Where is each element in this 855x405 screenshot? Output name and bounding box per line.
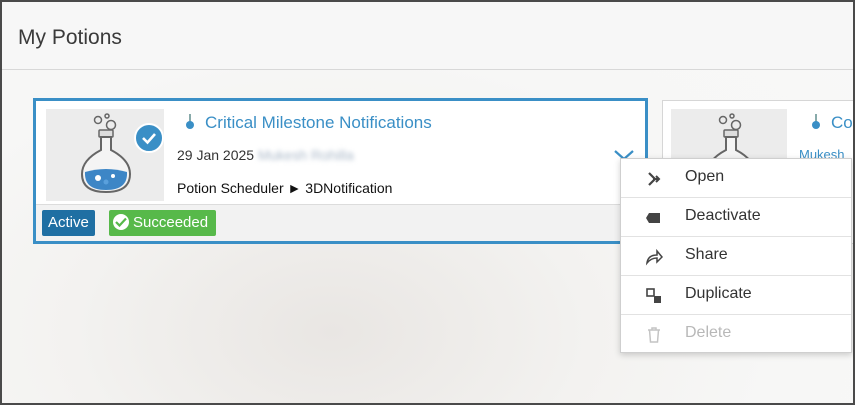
status-badge-active: Active bbox=[42, 210, 95, 236]
potion-title-link[interactable]: Critical Milestone Notifications bbox=[183, 113, 432, 133]
potion-owner: Mukesh Rohilla bbox=[258, 147, 354, 163]
potion-drop-icon bbox=[812, 114, 820, 129]
potion-path: Potion Scheduler ► 3DNotification bbox=[177, 180, 392, 196]
check-circle-icon bbox=[113, 214, 129, 230]
menu-item-duplicate[interactable]: Duplicate bbox=[621, 276, 851, 315]
menu-item-label: Open bbox=[685, 168, 725, 185]
potion-path-target: 3DNotification bbox=[305, 180, 393, 196]
menu-item-deactivate[interactable]: Deactivate bbox=[621, 198, 851, 237]
flask-icon bbox=[80, 113, 132, 194]
trash-icon bbox=[648, 327, 660, 343]
menu-item-label: Deactivate bbox=[685, 207, 761, 224]
potion-date-owner: 29 Jan 2025 Mukesh Rohilla bbox=[177, 147, 354, 163]
menu-item-delete: Delete bbox=[621, 315, 851, 354]
potion-title-text: Critical Milestone Notifications bbox=[205, 113, 432, 132]
potion-context-menu: Open Deactivate Share Duplicate Delete bbox=[620, 158, 852, 353]
menu-item-label: Duplicate bbox=[685, 285, 752, 302]
potion-thumbnail bbox=[46, 109, 164, 201]
potion-date: 29 Jan 2025 bbox=[177, 147, 255, 163]
status-succeeded-label: Succeeded bbox=[133, 214, 209, 231]
share-icon bbox=[645, 248, 663, 266]
open-arrow-icon bbox=[648, 172, 661, 186]
card-footer: Active Succeeded bbox=[36, 204, 645, 241]
menu-item-open[interactable]: Open bbox=[621, 159, 851, 198]
potion-drop-icon bbox=[186, 114, 194, 129]
page-header: My Potions bbox=[2, 2, 853, 70]
app-frame: My Potions Critical Milestone Notificati… bbox=[0, 0, 855, 405]
duplicate-icon bbox=[646, 288, 661, 303]
card-body: Critical Milestone Notifications 29 Jan … bbox=[36, 101, 645, 204]
potion-title-text-2: Co bbox=[831, 113, 853, 132]
potion-path-separator: ► bbox=[287, 180, 302, 196]
menu-item-share[interactable]: Share bbox=[621, 237, 851, 276]
potion-path-app: Potion Scheduler bbox=[177, 180, 284, 196]
menu-item-label: Delete bbox=[685, 324, 732, 341]
potion-title-link-2[interactable]: Co bbox=[809, 113, 853, 133]
deactivate-tag-icon bbox=[646, 213, 660, 223]
page-title: My Potions bbox=[18, 26, 122, 49]
potion-card-selected[interactable]: Critical Milestone Notifications 29 Jan … bbox=[33, 98, 648, 244]
menu-item-label: Share bbox=[685, 246, 728, 263]
selected-check-icon bbox=[134, 123, 164, 153]
status-badge-succeeded: Succeeded bbox=[109, 210, 217, 236]
